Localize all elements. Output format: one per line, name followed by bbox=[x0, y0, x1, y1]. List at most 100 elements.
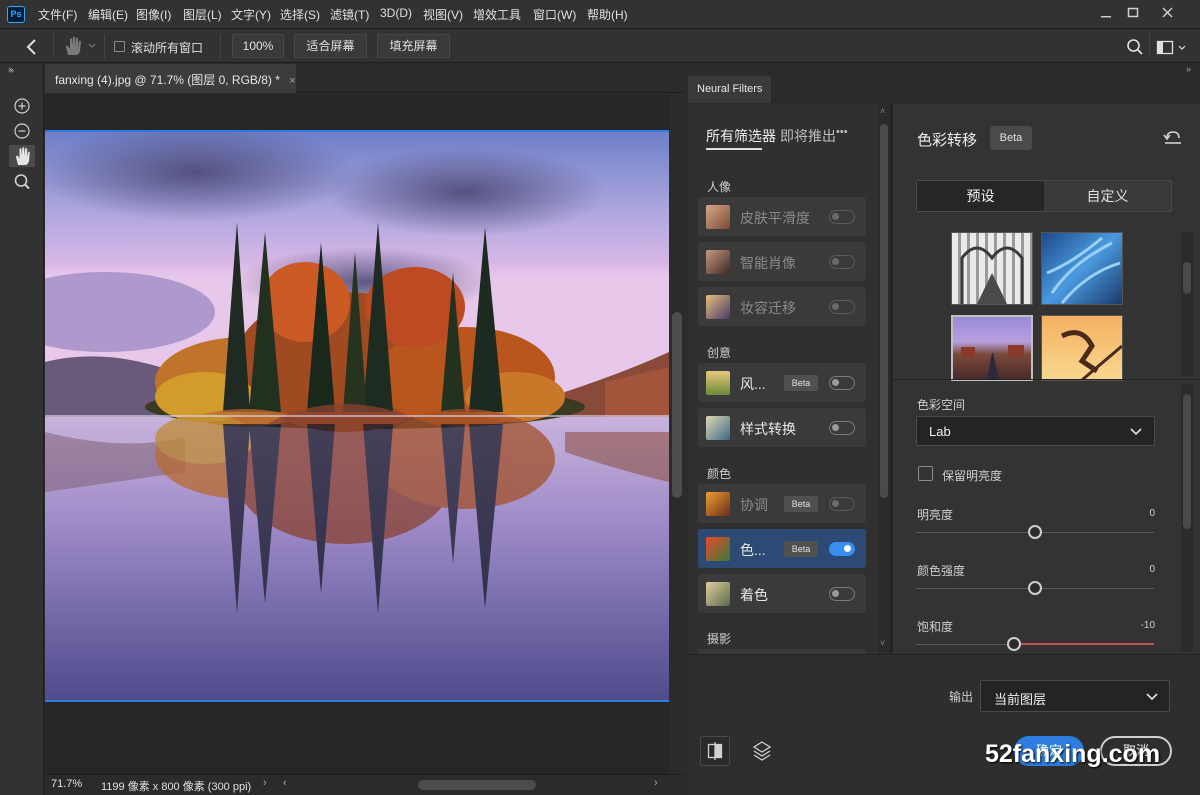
preset-thumbnail-feathers[interactable] bbox=[1041, 232, 1123, 305]
preset-custom-switch: 预设 自定义 bbox=[916, 180, 1172, 212]
canvas-vertical-scroll-thumb[interactable] bbox=[672, 312, 682, 498]
menu-select[interactable]: 选择(S) bbox=[280, 6, 320, 23]
maximize-button[interactable] bbox=[1121, 4, 1145, 22]
menu-help[interactable]: 帮助(H) bbox=[587, 6, 628, 23]
horizontal-scroll-thumb[interactable] bbox=[418, 780, 536, 790]
document-info: 1199 像素 x 800 像素 (300 ppi) bbox=[101, 781, 252, 793]
slider-label: 饱和度 bbox=[917, 620, 954, 634]
filter-skin-smoothing[interactable]: 皮肤平滑度 bbox=[698, 197, 866, 236]
photoshop-logo: Ps bbox=[7, 6, 25, 23]
slider-label: 明亮度 bbox=[917, 508, 954, 522]
more-icon: ••• bbox=[836, 126, 848, 138]
document-tab[interactable]: fanxing (4).jpg @ 71.7% (图层 0, RGB/8) * … bbox=[45, 64, 296, 93]
beta-badge: Beta bbox=[784, 541, 818, 557]
zoom-in-tool[interactable] bbox=[9, 95, 35, 117]
slider-knob[interactable] bbox=[1028, 525, 1042, 539]
filter-harmonization[interactable]: 协调 Beta bbox=[698, 484, 866, 523]
preserve-luminance-checkbox[interactable] bbox=[918, 466, 933, 481]
filter-toggle[interactable] bbox=[829, 421, 855, 435]
info-menu-arrow-icon[interactable]: › bbox=[263, 777, 267, 789]
filter-colorize[interactable]: 着色 bbox=[698, 574, 866, 613]
menu-edit[interactable]: 编辑(E) bbox=[88, 6, 128, 23]
status-bar: 71.7% 1199 像素 x 800 像素 (300 ppi) › ‹ › bbox=[45, 774, 685, 795]
filter-style-transfer[interactable]: 样式转换 bbox=[698, 408, 866, 447]
tool-preset-picker[interactable] bbox=[62, 35, 98, 57]
color-space-value: Lab bbox=[929, 424, 951, 439]
filter-toggle[interactable] bbox=[829, 497, 855, 511]
menu-view[interactable]: 视图(V) bbox=[423, 6, 463, 23]
menu-plugins[interactable]: 增效工具 bbox=[473, 6, 521, 23]
scroll-right-arrow-icon[interactable]: › bbox=[654, 777, 658, 789]
tab-preset[interactable]: 预设 bbox=[917, 181, 1044, 211]
scroll-left-arrow-icon[interactable]: ‹ bbox=[283, 777, 287, 789]
menu-type[interactable]: 文字(Y) bbox=[231, 6, 271, 23]
filter-color-transfer[interactable]: 色... Beta bbox=[698, 529, 866, 568]
filter-label: 智能肖像 bbox=[740, 255, 796, 271]
filter-list-scroll-thumb[interactable] bbox=[880, 124, 888, 498]
tab-coming-soon-label: 即将推出 bbox=[780, 128, 836, 144]
menu-layer[interactable]: 图层(L) bbox=[183, 6, 222, 23]
collapse-panels-icon[interactable]: » bbox=[1186, 64, 1191, 74]
scroll-down-icon[interactable]: ˅ bbox=[880, 638, 885, 648]
filter-toggle[interactable] bbox=[829, 542, 855, 556]
menu-3d[interactable]: 3D(D) bbox=[380, 6, 412, 20]
filter-toggle[interactable] bbox=[829, 210, 855, 224]
zoom-out-tool[interactable] bbox=[9, 120, 35, 142]
beta-badge: Beta bbox=[784, 375, 818, 391]
filter-toggle[interactable] bbox=[829, 587, 855, 601]
detail-scroll-thumb[interactable] bbox=[1183, 394, 1191, 529]
skater-thumbnail-icon bbox=[1060, 330, 1123, 382]
compare-button[interactable] bbox=[700, 736, 730, 766]
minimize-button[interactable] bbox=[1094, 4, 1118, 22]
filter-detail-panel: 色彩转移 Beta 预设 自定义 色彩空间 Lab 保留明亮度 明亮度 0 颜色强度… bbox=[893, 104, 1200, 654]
color-space-dropdown[interactable]: Lab bbox=[916, 416, 1155, 446]
filter-landscape-mixer[interactable]: 风... Beta bbox=[698, 363, 866, 402]
menu-image[interactable]: 图像(I) bbox=[136, 6, 171, 23]
menu-filter[interactable]: 滤镜(T) bbox=[330, 6, 369, 23]
workspace-button[interactable] bbox=[1155, 37, 1189, 57]
back-button[interactable] bbox=[22, 37, 42, 57]
output-dropdown[interactable]: 当前图层 bbox=[980, 680, 1170, 712]
filter-label: 妆容迁移 bbox=[740, 300, 796, 316]
zoom-100-button[interactable]: 100% bbox=[232, 34, 284, 58]
tab-coming-soon[interactable]: 即将推出••• bbox=[780, 126, 848, 146]
beta-badge: Beta bbox=[784, 496, 818, 512]
filter-toggle[interactable] bbox=[829, 300, 855, 314]
neural-filters-tab[interactable]: Neural Filters bbox=[688, 76, 772, 103]
scroll-up-icon[interactable]: ˄ bbox=[880, 106, 885, 116]
arches-thumbnail-icon bbox=[960, 246, 1024, 304]
hand-tool[interactable] bbox=[9, 145, 35, 167]
layers-preview-button[interactable] bbox=[748, 738, 776, 766]
active-tab-underline bbox=[706, 148, 762, 150]
zoom-tool[interactable] bbox=[9, 171, 35, 193]
document-image[interactable] bbox=[45, 130, 669, 702]
fill-screen-button[interactable]: 填充屏幕 bbox=[377, 34, 450, 58]
menu-window[interactable]: 窗口(W) bbox=[533, 6, 576, 23]
menu-file[interactable]: 文件(F) bbox=[38, 6, 77, 23]
preset-thumbnail-skater[interactable] bbox=[1041, 315, 1123, 382]
tab-all-filters[interactable]: 所有筛选器 bbox=[706, 126, 776, 146]
chevron-down-icon bbox=[1146, 693, 1158, 701]
detail-scrollbar[interactable] bbox=[1181, 384, 1193, 652]
fit-screen-button[interactable]: 适合屏幕 bbox=[294, 34, 367, 58]
tab-custom[interactable]: 自定义 bbox=[1044, 181, 1171, 211]
preset-scroll-thumb[interactable] bbox=[1183, 262, 1191, 294]
reset-button[interactable] bbox=[1161, 128, 1185, 148]
filter-smart-portrait[interactable]: 智能肖像 bbox=[698, 242, 866, 281]
preset-thumbnail-arches[interactable] bbox=[951, 232, 1033, 305]
slider-knob[interactable] bbox=[1006, 637, 1021, 651]
preset-thumbnail-desert-road[interactable] bbox=[951, 315, 1033, 381]
close-tab-icon[interactable]: × bbox=[289, 75, 295, 87]
zoom-level[interactable]: 71.7% bbox=[51, 778, 82, 790]
close-button[interactable] bbox=[1156, 4, 1180, 22]
slider-knob[interactable] bbox=[1028, 581, 1042, 595]
expand-panels-icon[interactable]: » bbox=[8, 64, 13, 74]
preset-scrollbar[interactable] bbox=[1181, 232, 1193, 376]
filter-toggle[interactable] bbox=[829, 376, 855, 390]
filter-makeup-transfer[interactable]: 妆容迁移 bbox=[698, 287, 866, 326]
layers-icon bbox=[752, 741, 772, 761]
search-button[interactable] bbox=[1125, 37, 1145, 57]
filter-toggle[interactable] bbox=[829, 255, 855, 269]
slider-value: -10 bbox=[1140, 620, 1155, 631]
scroll-all-checkbox[interactable] bbox=[114, 41, 125, 52]
